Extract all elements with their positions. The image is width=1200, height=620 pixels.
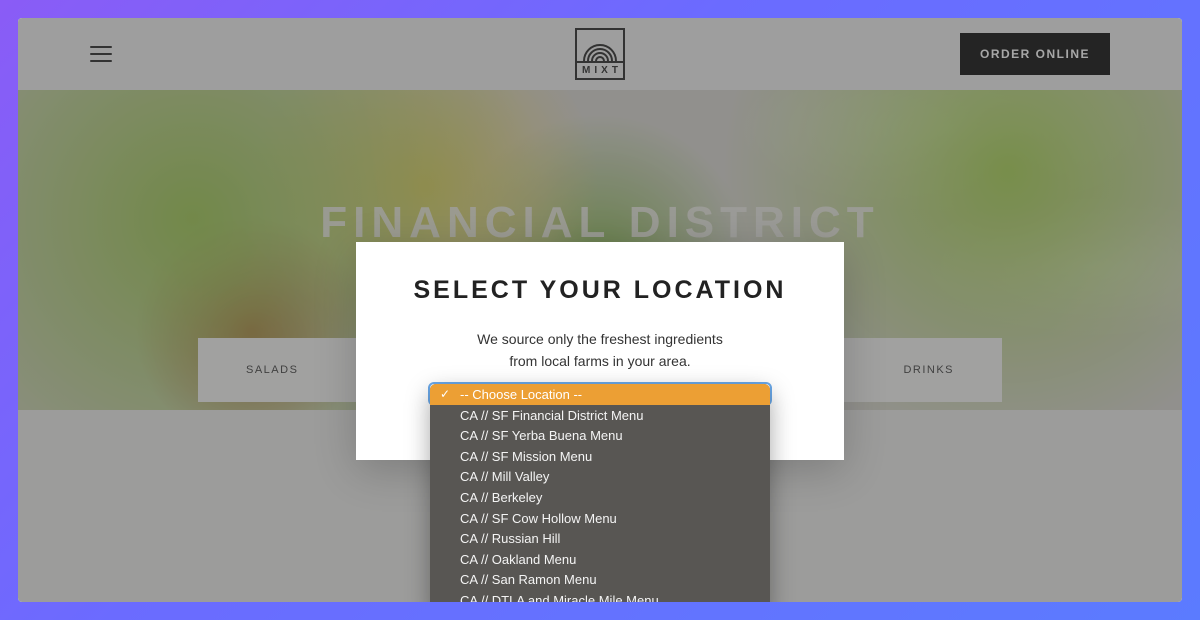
dropdown-option-label: CA // Oakland Menu — [460, 552, 576, 567]
dropdown-option-label: CA // SF Yerba Buena Menu — [460, 428, 623, 443]
modal-title: SELECT YOUR LOCATION — [396, 276, 804, 305]
dropdown-option-label: -- Choose Location -- — [460, 387, 582, 402]
modal-text-line2: from local farms in your area. — [396, 351, 804, 373]
dropdown-option-label: CA // Russian Hill — [460, 531, 560, 546]
dropdown-option-label: CA // Berkeley — [460, 490, 542, 505]
check-icon: ✓ — [440, 387, 450, 401]
modal-text-line1: We source only the freshest ingredients — [396, 329, 804, 351]
dropdown-option-label: CA // SF Cow Hollow Menu — [460, 511, 617, 526]
dropdown-option-label: CA // San Ramon Menu — [460, 572, 597, 587]
dropdown-option-label: CA // Mill Valley — [460, 469, 549, 484]
dropdown-option[interactable]: CA // Oakland Menu — [430, 549, 770, 570]
dropdown-option[interactable]: CA // SF Mission Menu — [430, 446, 770, 467]
dropdown-option-label: CA // SF Mission Menu — [460, 449, 592, 464]
dropdown-option[interactable]: CA // San Ramon Menu — [430, 569, 770, 590]
dropdown-option[interactable]: CA // SF Financial District Menu — [430, 405, 770, 426]
dropdown-option-label: CA // DTLA and Miracle Mile Menu — [460, 593, 659, 602]
dropdown-option[interactable]: CA // SF Yerba Buena Menu — [430, 425, 770, 446]
dropdown-option[interactable]: CA // DTLA and Miracle Mile Menu — [430, 590, 770, 602]
dropdown-option-placeholder[interactable]: ✓ -- Choose Location -- — [430, 384, 770, 405]
app-frame: MIXT ORDER ONLINE FINANCIAL DISTRICT SAL… — [18, 18, 1182, 602]
dropdown-option[interactable]: CA // Berkeley — [430, 487, 770, 508]
dropdown-option-label: CA // SF Financial District Menu — [460, 408, 644, 423]
dropdown-option[interactable]: CA // SF Cow Hollow Menu — [430, 508, 770, 529]
dropdown-option[interactable]: CA // Mill Valley — [430, 466, 770, 487]
location-dropdown[interactable]: ✓ -- Choose Location -- CA // SF Financi… — [430, 384, 770, 602]
dropdown-option[interactable]: CA // Russian Hill — [430, 528, 770, 549]
